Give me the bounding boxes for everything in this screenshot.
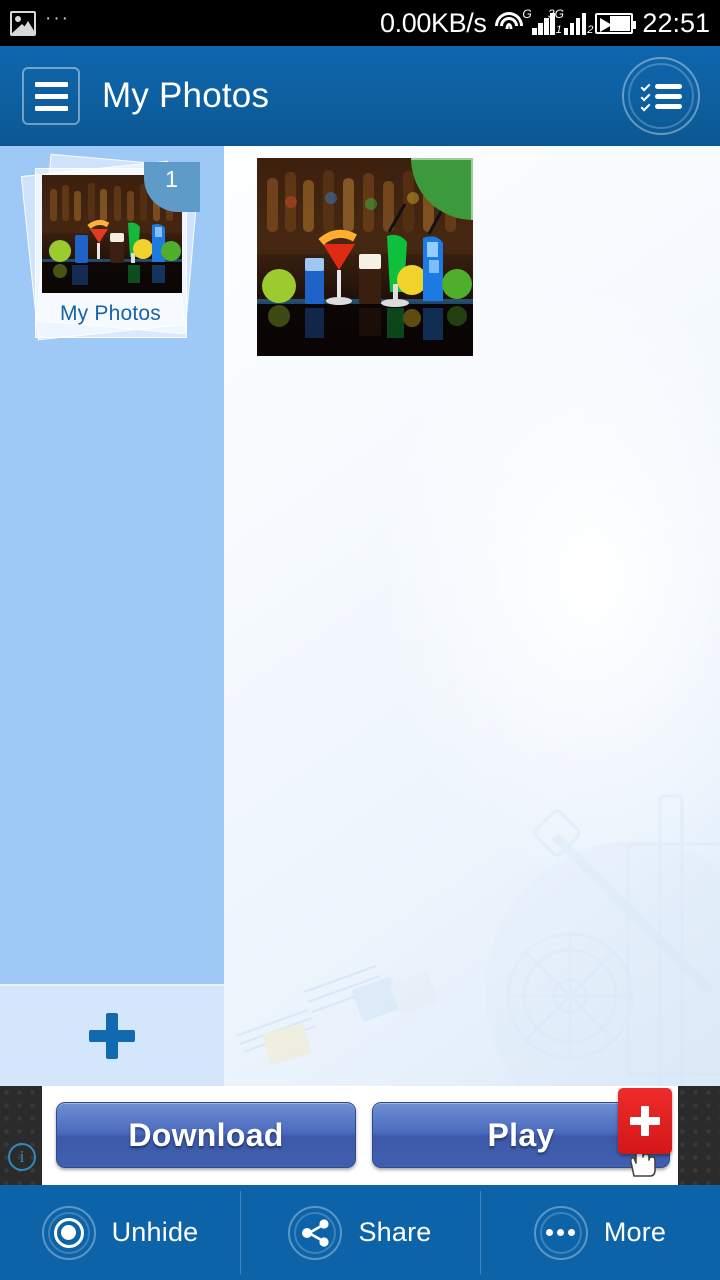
sim1-network-type-label: G (522, 7, 532, 21)
main-body: My Photos 1 (0, 146, 720, 1086)
nav-item-more[interactable]: More (480, 1185, 720, 1280)
sim1-index-label: 1 (555, 24, 562, 36)
status-bar-right: 0.00KB/s G 1 3G 2 22:51 (380, 7, 720, 39)
status-bar: ··· 0.00KB/s G 1 3G 2 22:51 (0, 0, 720, 46)
ellipsis-icon: ··· (45, 8, 70, 29)
ad-choices-info-icon[interactable]: i (8, 1143, 36, 1171)
nav-item-share-label: Share (358, 1217, 432, 1247)
photo-grid (224, 146, 720, 1086)
nav-item-unhide-label: Unhide (111, 1217, 199, 1247)
status-bar-left: ··· (0, 8, 70, 36)
bottom-nav: Unhide Share More (0, 1185, 720, 1280)
photo-thumbnail-cell[interactable] (257, 158, 473, 356)
nav-item-share[interactable]: Share (240, 1185, 480, 1280)
eye-icon (41, 1205, 96, 1260)
sim2-index-label: 2 (587, 24, 594, 36)
ad-download-button[interactable]: Download (56, 1102, 356, 1168)
app-root: ··· 0.00KB/s G 1 3G 2 22:51 My Photos My… (0, 0, 720, 1280)
ad-download-label: Download (128, 1116, 284, 1153)
sidebar-item-my-photos[interactable]: My Photos 1 (20, 153, 200, 343)
hamburger-menu-icon[interactable] (22, 67, 88, 133)
sim2-signal-icon: 3G 2 (548, 7, 594, 36)
ellipsis-icon (533, 1205, 588, 1260)
photo-selected-indicator[interactable] (411, 158, 473, 220)
app-header: My Photos (0, 46, 720, 146)
album-name-label: My Photos (59, 302, 161, 325)
nav-item-unhide[interactable]: Unhide (0, 1185, 240, 1280)
checklist-rows (640, 81, 682, 111)
watermark-flying-files-icon (236, 965, 439, 1065)
plus-icon (89, 1013, 135, 1059)
page-title: My Photos (102, 76, 270, 115)
album-sidebar: My Photos 1 (0, 146, 242, 1086)
sim2-network-type-label: 3G (547, 7, 564, 21)
ad-install-plus-badge[interactable] (618, 1088, 672, 1154)
wifi-icon (495, 12, 524, 34)
add-album-button[interactable] (0, 984, 224, 1086)
image-notification-icon (10, 10, 36, 36)
nav-item-more-label: More (603, 1217, 667, 1247)
ad-creative[interactable]: Download Play (42, 1086, 678, 1185)
watermark-compass-icon (485, 794, 720, 1086)
battery-charging-icon (595, 12, 637, 34)
ad-play-label: Play (487, 1116, 555, 1153)
ad-banner[interactable]: i Download Play (0, 1086, 720, 1185)
network-speed-label: 0.00KB/s (380, 7, 487, 38)
checklist-select-icon[interactable] (622, 57, 700, 135)
share-icon (288, 1205, 343, 1260)
clock-label: 22:51 (642, 7, 710, 38)
